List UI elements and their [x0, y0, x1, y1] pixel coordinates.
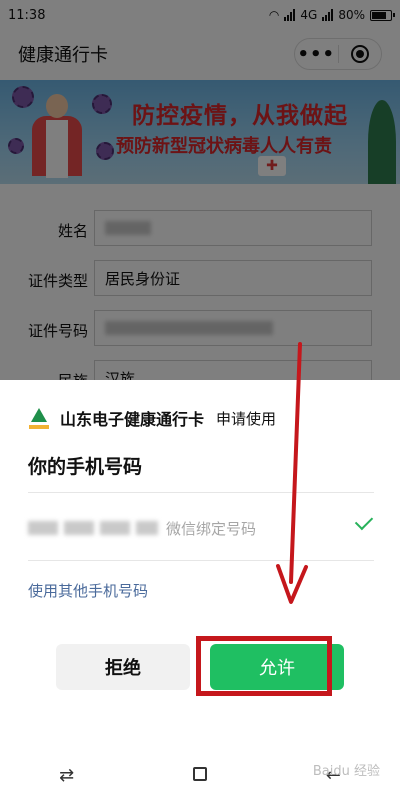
- request-text: 申请使用: [216, 409, 277, 428]
- phone-option-wechat[interactable]: 微信绑定号码: [28, 508, 374, 548]
- divider: [28, 560, 374, 561]
- recent-apps-icon[interactable]: ⇄: [47, 765, 87, 786]
- sheet-title: 你的手机号码: [28, 456, 143, 478]
- home-icon[interactable]: [180, 765, 220, 786]
- phone-note: 微信绑定号码: [166, 519, 257, 538]
- use-other-phone-link[interactable]: 使用其他手机号码: [28, 580, 148, 601]
- check-icon: [354, 511, 374, 531]
- app-logo-icon: [28, 407, 50, 429]
- app-name: 山东电子健康通行卡: [60, 410, 205, 429]
- divider: [28, 492, 374, 493]
- annotation-highlight-box: [196, 636, 332, 696]
- blurred-phone-number: [28, 521, 158, 535]
- reject-button[interactable]: 拒绝: [56, 644, 190, 690]
- watermark: Baidu 经验: [312, 764, 380, 779]
- modal-backdrop[interactable]: [0, 0, 400, 380]
- sheet-header: 山东电子健康通行卡 申请使用: [28, 406, 276, 430]
